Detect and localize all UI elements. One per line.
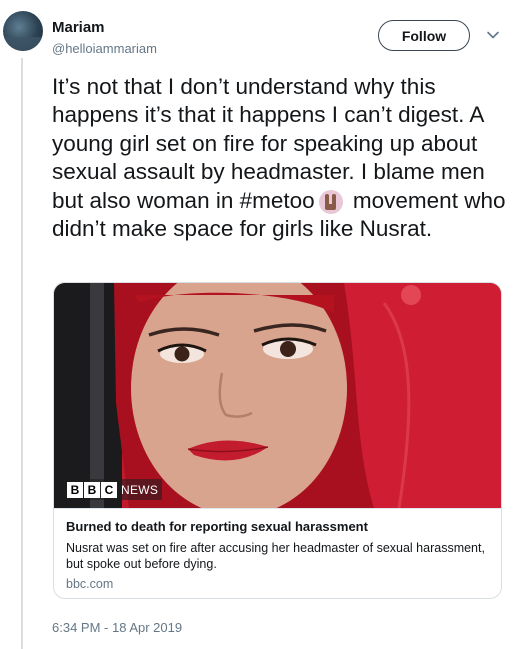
bbc-letter: C (101, 481, 117, 498)
avatar-shade (3, 37, 43, 51)
bbc-news-word: NEWS (121, 482, 159, 497)
card-photo (54, 283, 501, 508)
card-domain: bbc.com (66, 577, 114, 591)
tweet-text: It’s not that I don’t understand why thi… (52, 73, 518, 243)
card-title: Burned to death for reporting sexual har… (66, 519, 368, 534)
chevron-down-icon[interactable] (486, 28, 500, 42)
link-card[interactable]: B B C NEWS Burned to death for reporting… (53, 282, 502, 599)
card-image[interactable]: B B C NEWS (54, 283, 501, 508)
card-description: Nusrat was set on fire after accusing he… (66, 541, 485, 571)
card-info[interactable]: Burned to death for reporting sexual har… (54, 508, 501, 598)
tweet-timestamp[interactable]: 6:34 PM - 18 Apr 2019 (52, 620, 182, 635)
user-handle[interactable]: @helloiammariam (52, 41, 157, 56)
bbc-letter: B (84, 481, 100, 498)
bbc-letter: B (67, 481, 83, 498)
display-name[interactable]: Mariam (52, 19, 105, 36)
follow-button[interactable]: Follow (378, 20, 470, 51)
raised-hand-emoji-icon (318, 189, 343, 214)
avatar[interactable] (3, 11, 43, 51)
thread-line (21, 58, 23, 649)
bbc-news-badge: B B C NEWS (63, 479, 163, 500)
